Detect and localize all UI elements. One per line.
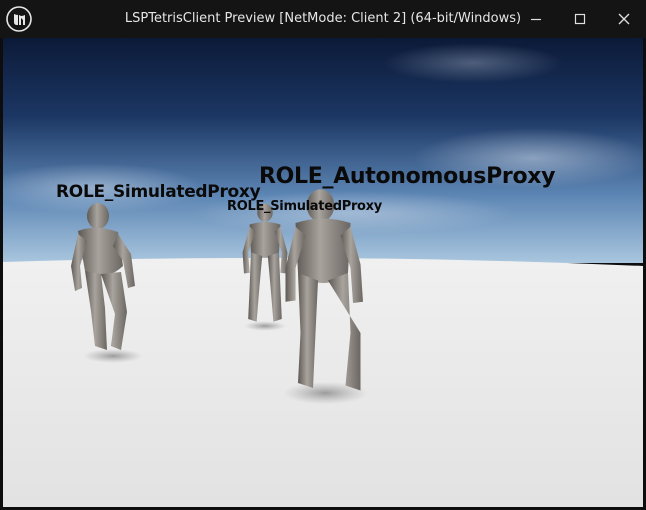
maximize-button[interactable] (558, 0, 602, 38)
role-label: ROLE_AutonomousProxy (259, 164, 556, 189)
scene-render (3, 38, 643, 507)
role-label: ROLE_SimulatedProxy (227, 199, 382, 214)
character-torso (295, 218, 351, 283)
close-icon (618, 13, 630, 25)
character-head (87, 203, 109, 229)
minimize-button[interactable] (514, 0, 558, 38)
game-window: LSPTetrisClient Preview [NetMode: Client… (0, 0, 646, 510)
close-button[interactable] (602, 0, 646, 38)
minimize-icon (531, 18, 541, 21)
character-shadow (83, 349, 143, 363)
character-torso (249, 222, 281, 258)
game-viewport[interactable]: ROLE_SimulatedProxy ROLE_SimulatedProxy … (3, 38, 643, 507)
maximize-icon (574, 13, 586, 25)
character-torso (78, 227, 123, 277)
character-shadow (244, 321, 286, 331)
cloud (383, 43, 563, 83)
title-bar[interactable]: LSPTetrisClient Preview [NetMode: Client… (0, 0, 646, 38)
